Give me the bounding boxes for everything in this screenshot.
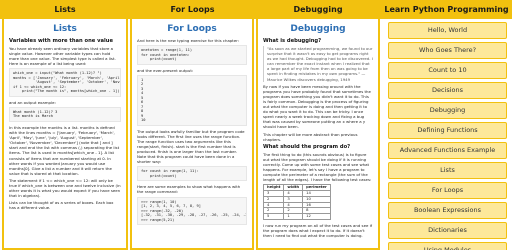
section-heading: What is debugging? [263, 38, 322, 44]
paragraph: and the ever-present output: [137, 67, 194, 73]
table-header-row: height width perimeter [262, 184, 331, 192]
quote: "As soon as we started programming, we f… [263, 46, 373, 82]
lists-panel[interactable]: Lists Variables with more than one value… [2, 19, 128, 250]
tab-lists[interactable]: Lists [0, 0, 130, 19]
section-heading: Variables with more than one value [9, 38, 113, 44]
paragraph: And here is the new typing exercise for … [137, 38, 240, 43]
paragraph: In this example the months is a list. mo… [9, 124, 120, 176]
panel-title: Lists [53, 24, 77, 34]
sidebar-item-who-goes-there[interactable]: Who Goes There? [388, 42, 507, 59]
table-cell: 12 [302, 213, 331, 221]
section-heading: What should the program do? [263, 143, 351, 150]
code-block: which_one = input("What month (1-12)? ")… [9, 68, 121, 97]
paragraph: You have already seen ordinary variables… [9, 46, 116, 67]
tab-learn-python[interactable]: Learn Python Programming [381, 0, 512, 19]
code-block: onetoten = range(1, 11) for count in one… [137, 45, 247, 65]
paragraph: I now run my program on all of the test … [263, 223, 373, 239]
paragraph: Lists can be thought of as a series of b… [9, 200, 114, 211]
paragraph: By now if you have been messing around w… [263, 83, 371, 130]
paragraph: The statement if 1 <= which_one <= 12: w… [9, 177, 121, 199]
table-cell: 5 [262, 213, 285, 221]
paragraph: Here are some examples to show what happ… [137, 184, 241, 195]
top-nav-bar: Lists For Loops Debugging Learn Python P… [0, 0, 512, 19]
sidebar-item-lists[interactable]: Lists [388, 162, 507, 179]
paragraph: The output looks awfully familiar but th… [137, 128, 245, 165]
panel-title: Debugging [290, 24, 346, 34]
test-cases-table: height width perimeter 3 4 14 2 3 10 4 4 16 22… [262, 184, 331, 221]
output-block: 1 2 3 4 5 6 7 8 9 10 [137, 74, 247, 126]
sidebar-item-count-to-10[interactable]: Count to 10 [388, 62, 507, 79]
table-cell: 1 [283, 213, 304, 221]
code-block: >>> range(1, 10) [1, 2, 3, 4, 5, 6, 7, 8… [137, 196, 247, 226]
chapter-sidebar: Hello, World Who Goes There? Count to 10… [383, 19, 512, 250]
sidebar-item-hello-world[interactable]: Hello, World [388, 22, 507, 39]
for-loops-panel[interactable]: For Loops And here is the new typing exe… [130, 19, 254, 250]
table-header: perimeter [302, 184, 331, 192]
code-block: What month (1-12)? 3 The month is March [9, 106, 121, 122]
tab-for-loops[interactable]: For Loops [130, 0, 255, 19]
sidebar-item-for-loops[interactable]: For Loops [388, 182, 507, 199]
sidebar-item-using-modules[interactable]: Using Modules [388, 242, 507, 250]
debugging-panel[interactable]: Debugging What is debugging? "As soon as… [256, 19, 380, 250]
sidebar-item-advanced-functions[interactable]: Advanced Functions Example [388, 142, 507, 159]
panel-title: For Loops [167, 24, 217, 34]
sidebar-item-dictionaries[interactable]: Dictionaries [388, 222, 507, 239]
paragraph: This chapter will be more abstract than … [263, 131, 358, 142]
paragraph: The first thing to do (this sounds obvio… [263, 151, 372, 183]
code-block: for count in range(1, 11): print(count) [137, 166, 247, 182]
table-row: 5 1 12 [262, 213, 331, 221]
paragraph: and an output example: [9, 99, 56, 105]
sidebar-item-boolean-expressions[interactable]: Boolean Expressions [388, 202, 507, 219]
sidebar-item-decisions[interactable]: Decisions [388, 82, 507, 99]
tab-debugging[interactable]: Debugging [255, 0, 381, 19]
sidebar-item-defining-functions[interactable]: Defining Functions [388, 122, 507, 139]
sidebar-item-debugging[interactable]: Debugging [388, 102, 507, 119]
